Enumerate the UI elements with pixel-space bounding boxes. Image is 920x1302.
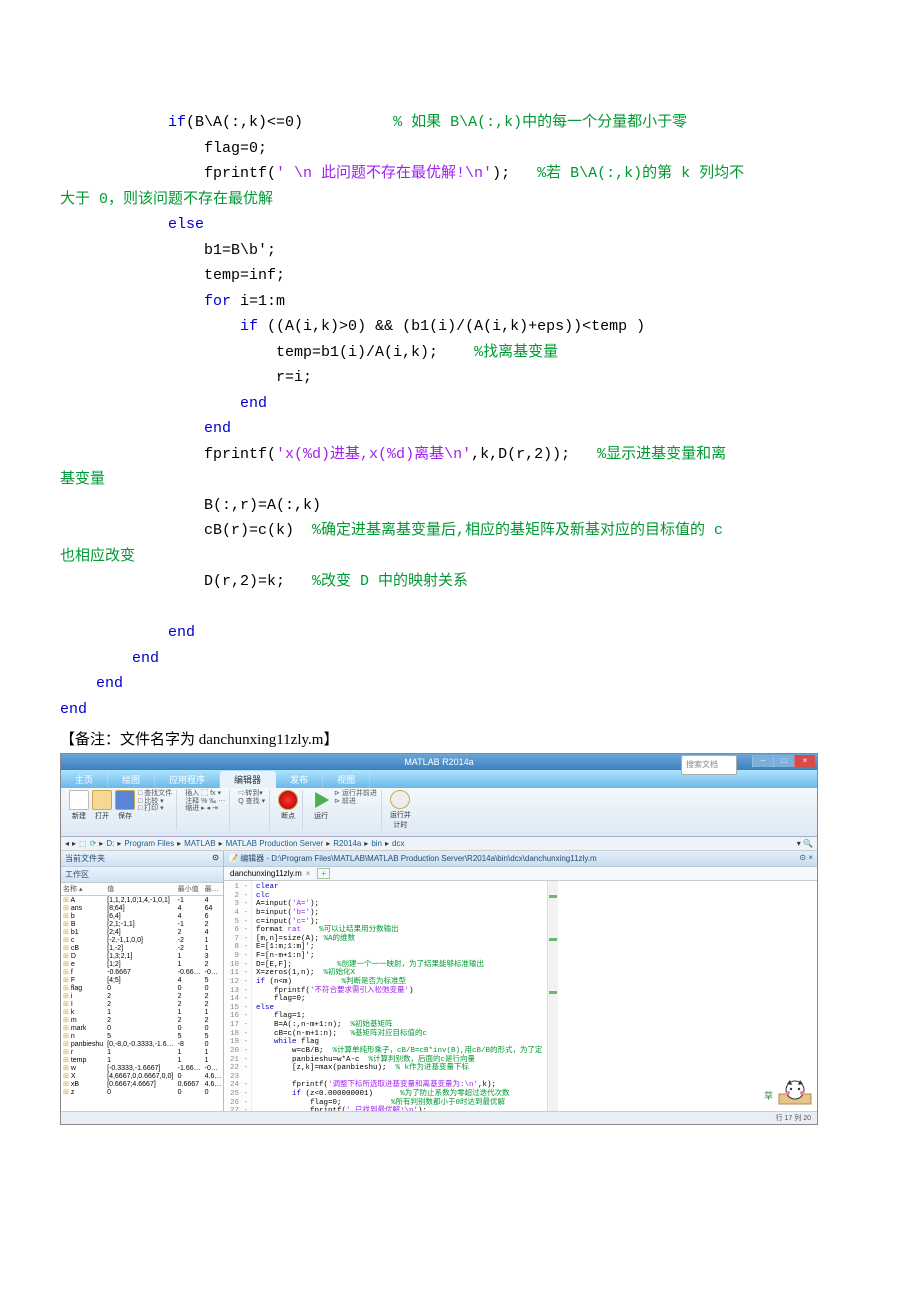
table-row[interactable]: mark000 [61, 1024, 223, 1032]
table-row[interactable]: D[1,3;2,1]13 [61, 952, 223, 960]
add-tab-icon[interactable]: + [317, 868, 330, 879]
table-row[interactable]: F[4;5]45 [61, 976, 223, 984]
save-icon[interactable] [115, 790, 135, 810]
table-row[interactable]: c[-2,-1,1,0,0]-21 [61, 936, 223, 944]
table-row[interactable]: i222 [61, 992, 223, 1000]
workspace-header[interactable]: 工作区 [61, 867, 223, 883]
table-row[interactable]: panbieshu[0,-8,0,-0.3333,-1.6…-80 [61, 1040, 223, 1048]
table-row[interactable]: r111 [61, 1048, 223, 1056]
breakpoints-icon[interactable] [278, 790, 298, 810]
current-folder-header[interactable]: 当前文件夹 ⊙ [61, 851, 223, 867]
code-editor[interactable]: 1 - 2 - 3 - 4 - 5 - 6 - 7 - 8 - 9 - 10 -… [224, 881, 817, 1111]
maximize-button[interactable]: □ [773, 755, 794, 767]
cursor-position: 行 17 列 20 [776, 1113, 811, 1123]
tab-view[interactable]: 视图 [323, 771, 370, 788]
table-row[interactable]: n555 [61, 1032, 223, 1040]
editor-title: 📝 编辑器 - D:\Program Files\MATLAB\MATLAB P… [224, 851, 817, 867]
editor-scrollbar[interactable] [547, 881, 558, 1111]
nav-fwd-icon[interactable]: ▸ [72, 839, 76, 848]
table-row[interactable]: b1[2;4]24 [61, 928, 223, 936]
run-icon[interactable] [311, 790, 331, 810]
table-row[interactable]: temp111 [61, 1056, 223, 1064]
matlab-window: MATLAB R2014a 搜索文档 – □ × 主页 绘图 应用程序 编辑器 … [60, 753, 818, 1125]
left-panel: 当前文件夹 ⊙ 工作区 名称 ▴ 值 最小值 最… A[1,1,2,1,0;1,… [61, 851, 224, 1111]
run-sublabels[interactable]: ⊳ 运行并前进 ⊳ 前进 [334, 790, 377, 821]
workspace-table[interactable]: 名称 ▴ 值 最小值 最… A[1,1,2,1,0;1,4,-1,0,1]-14… [61, 883, 223, 1111]
table-row[interactable]: I222 [61, 1000, 223, 1008]
titlebar: MATLAB R2014a 搜索文档 – □ × [61, 754, 817, 770]
cat-decoration [777, 1078, 813, 1106]
window-title: MATLAB R2014a [404, 757, 473, 767]
toolstrip: 新建 打开 保存 □ 查找文件 □ 比较 ▾ □ 打印 ▾ 插入 ⬚ fx ▾ … [61, 788, 817, 837]
table-row[interactable]: X[4,6667,0,0.6667,0,0]04.6… [61, 1072, 223, 1080]
table-row[interactable]: k111 [61, 1008, 223, 1016]
table-row[interactable]: B[2,1;-1,1]-12 [61, 920, 223, 928]
close-button[interactable]: × [794, 755, 815, 767]
toolgroup-breakpoints: 断点 [274, 790, 303, 830]
table-row[interactable]: A[1,1,2,1,0;1,4,-1,0,1]-14 [61, 896, 223, 905]
tab-editor[interactable]: 编辑器 [220, 771, 276, 788]
table-row[interactable]: m222 [61, 1016, 223, 1024]
table-row[interactable]: cB[1,-2]-21 [61, 944, 223, 952]
table-row[interactable]: xB[0.6667;4.6667]0.66674.6… [61, 1080, 223, 1088]
runtime-icon[interactable] [390, 790, 410, 809]
open-icon[interactable] [92, 790, 112, 810]
minimize-button[interactable]: – [752, 755, 773, 767]
toolgroup-runtime: 运行并 计时 [386, 790, 415, 830]
table-row[interactable]: z000 [61, 1088, 223, 1096]
doc-search-input[interactable]: 搜索文档 [681, 755, 737, 775]
code-snippet: if if(B\A(:,k)<=0) (B\A(:,k)<=0) % 如果 B\… [60, 110, 860, 722]
file-sublabels[interactable]: □ 查找文件 □ 比较 ▾ □ 打印 ▾ [138, 790, 172, 821]
toolgroup-file: 新建 打开 保存 □ 查找文件 □ 比较 ▾ □ 打印 ▾ [65, 790, 177, 830]
table-row[interactable]: f-0.6667-0.66…-0… [61, 968, 223, 976]
toolgroup-edit: 插入 ⬚ fx ▾ 注释 % ‰ ⋯ 缩进 ▸ ◂ ⇥ [181, 790, 230, 830]
editor-panel: 📝 编辑器 - D:\Program Files\MATLAB\MATLAB P… [224, 851, 817, 1111]
nav-back-icon[interactable]: ◂ [65, 839, 69, 848]
table-row[interactable]: flag000 [61, 984, 223, 992]
table-row[interactable]: ans[8;64]464 [61, 904, 223, 912]
tab-publish[interactable]: 发布 [276, 771, 323, 788]
table-row[interactable]: e[1;2]12 [61, 960, 223, 968]
status-bar: 行 17 列 20 [61, 1111, 817, 1124]
toolgroup-nav: ⇨转到▾ Q 查找 ▾ [234, 790, 270, 830]
kw-if: if [60, 114, 186, 131]
editor-file-tab[interactable]: danchunxing11zly.m× + [224, 867, 817, 881]
filename-note: 【备注：文件名字为 danchunxing11zly.m】 [60, 728, 860, 749]
close-tab-icon[interactable]: × [306, 869, 311, 878]
tab-plots[interactable]: 绘图 [108, 771, 155, 788]
new-icon[interactable] [69, 790, 89, 810]
tab-home[interactable]: 主页 [61, 771, 108, 788]
table-row[interactable]: b[6,4]46 [61, 912, 223, 920]
toolgroup-run: 运行 ⊳ 运行并前进 ⊳ 前进 [307, 790, 382, 830]
nav-refresh-icon[interactable]: ⟳ [90, 839, 97, 848]
tab-apps[interactable]: 应用程序 [155, 771, 220, 788]
table-row[interactable]: w[-0.3333,-1.6667]-1.66…-0… [61, 1064, 223, 1072]
address-bar[interactable]: ◂ ▸ ⬚ ⟳ ▸ D:▸ Program Files▸ MATLAB▸ MAT… [61, 837, 817, 851]
plant-decoration: 草 [762, 1091, 775, 1100]
nav-up-icon[interactable]: ⬚ [79, 839, 87, 848]
